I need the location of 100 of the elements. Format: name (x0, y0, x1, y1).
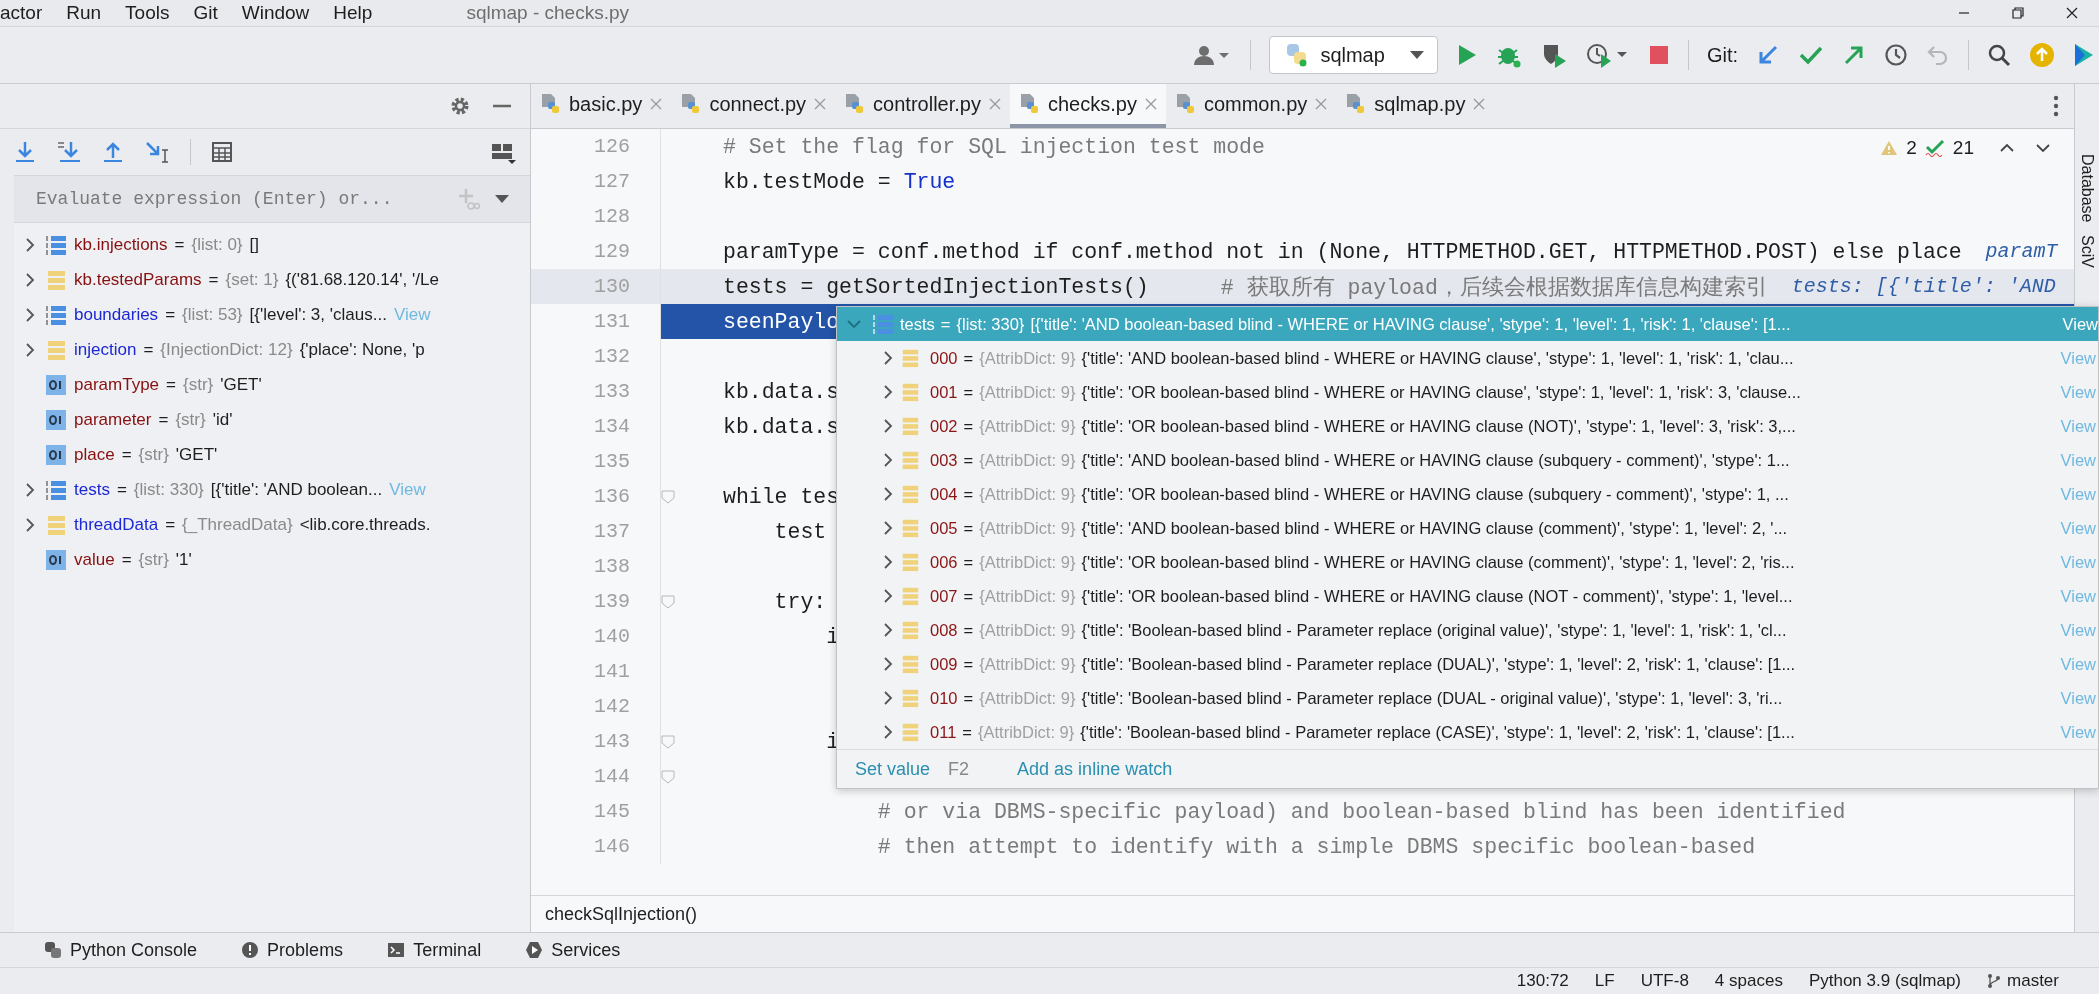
menu-item[interactable]: Window (241, 2, 310, 24)
line-number: 135 (531, 444, 661, 479)
inline-value-hint: paramT (1985, 240, 2058, 263)
numbered-list-icon (45, 233, 67, 256)
status-item[interactable]: LF (1594, 971, 1615, 991)
equals-sign: = (963, 484, 974, 504)
python-file-icon (845, 93, 866, 115)
dropdown-icon[interactable] (494, 194, 510, 204)
numbered-list-icon (45, 478, 67, 501)
tool-window-tab[interactable]: Terminal (387, 939, 482, 961)
editor-tab[interactable]: controller.py (835, 84, 1010, 128)
line-number: 130 (531, 269, 661, 304)
item-index: 010 (930, 688, 958, 708)
item-value: {'title': 'Boolean-based blind - Parameter replace (CASE)', 'stype': 1, 'level': 2, 'risk': 1, 'clause': [1... (1080, 722, 1796, 742)
side-tool-tab[interactable]: SciV (2078, 234, 2096, 268)
status-item[interactable]: 130:72 (1516, 971, 1569, 991)
menu-item[interactable]: Tools (125, 2, 170, 24)
inline-value-hint: tests: [{'title': 'AND (1791, 275, 2056, 298)
line-number: 142 (531, 689, 661, 724)
editor-tab[interactable]: connect.py (671, 84, 836, 128)
variable-name: boundaries (74, 304, 159, 325)
variable-name: value (74, 549, 115, 570)
line-number: 127 (531, 164, 661, 199)
fold-marker-icon[interactable] (661, 769, 675, 784)
variable-type: {list: 330} (133, 479, 204, 500)
stacked-bars-icon (900, 620, 920, 640)
item-value: {'title': 'Boolean-based blind - Parameter replace (DUAL - original value)', 'stype': 1, 'level': 3, 'ri... (1081, 688, 1784, 708)
calculator-icon[interactable] (211, 141, 233, 163)
clock-run-icon[interactable] (1585, 42, 1630, 68)
variable-name: paramType (74, 374, 160, 395)
status-item[interactable]: UTF-8 (1640, 971, 1689, 991)
tool-window-tab[interactable]: Services (525, 939, 621, 961)
clock-icon[interactable] (1884, 43, 1908, 67)
step-into-list-icon[interactable] (56, 140, 82, 164)
menu-item[interactable]: Git (193, 2, 218, 24)
item-index: 006 (930, 552, 958, 572)
step-out-icon[interactable] (102, 140, 124, 164)
variable-name: kb.injections (74, 234, 168, 255)
code-text: paramType = conf.method if conf.method not in (None, HTTPMETHOD.GET, HTTPMETHOD.POST) else place (723, 239, 1962, 264)
chevron-up-icon[interactable] (2000, 143, 2014, 153)
variable-name: parameter (74, 409, 152, 430)
variable-name: kb.testedParams (74, 269, 202, 290)
code-comment: # or via DBMS-specific payload) and boolean-based blind has been identified (876, 799, 1846, 824)
stacked-bars-icon (45, 513, 67, 536)
binary-square-icon (45, 548, 67, 571)
stop-icon[interactable] (1647, 44, 1670, 66)
menu-item[interactable]: actor (0, 2, 43, 24)
run-config-dropdown[interactable]: sqlmap (1269, 36, 1438, 74)
python-icon (44, 941, 62, 959)
code-text: tests = getSortedInjectionTests() (723, 274, 1149, 299)
side-tool-tab[interactable]: Database (2078, 154, 2096, 223)
tool-window-tab[interactable]: Python Console (44, 939, 198, 961)
equals-sign: = (116, 479, 127, 500)
item-type: {AttribDict: 9} (979, 416, 1076, 436)
equals-sign: = (963, 518, 974, 538)
status-item[interactable]: 4 spaces (1714, 971, 1783, 991)
tool-window-tab[interactable]: Problems (241, 939, 344, 961)
code-comment: # Set the flag for SQL injection test mode (723, 134, 1265, 159)
chevron-down-icon[interactable] (2036, 143, 2050, 153)
item-value: {'title': 'Boolean-based blind - Parameter replace (DUAL)', 'stype': 1, 'level': 2, 'risk': 1, 'clause': [1... (1081, 654, 1797, 674)
editor-tab[interactable]: basic.py (531, 84, 672, 128)
app-logo-icon[interactable] (2073, 42, 2095, 68)
equals-sign: = (963, 552, 974, 572)
equals-sign: = (963, 620, 974, 640)
status-item[interactable]: master (2007, 971, 2059, 991)
item-type: {AttribDict: 9} (979, 382, 1076, 402)
line-number: 137 (531, 514, 661, 549)
equals-sign: = (963, 654, 974, 674)
window-title: sqlmap - checks.py (466, 2, 630, 24)
fold-marker-icon[interactable] (661, 734, 675, 749)
python-file-icon (1175, 93, 1196, 115)
editor-tab[interactable]: common.py (1165, 84, 1337, 128)
menu-item[interactable]: Run (66, 2, 102, 24)
equals-sign: = (174, 234, 185, 255)
item-value: {'title': 'AND boolean-based blind - WHERE or HAVING clause (comment)', 'stype': 1, 'level': 2, '... (1081, 518, 1789, 538)
evaluate-field[interactable]: Evaluate expression (Enter) or... (14, 175, 530, 223)
equals-sign: = (963, 450, 974, 470)
run-to-cursor-icon[interactable] (144, 140, 170, 164)
settings-icon[interactable] (450, 96, 470, 116)
python-file-icon (681, 93, 702, 115)
code-text: kb.data.s (723, 414, 840, 439)
search-icon[interactable] (1987, 43, 2011, 67)
evaluate-expression-field[interactable]: Evaluate expression (Enter) or... (34, 188, 442, 210)
item-index: 011 (930, 722, 957, 742)
variable-value: [{'level': 3, 'claus... (249, 304, 387, 325)
editor-tab[interactable]: checks.py (1009, 84, 1166, 128)
more-options-icon[interactable] (2052, 95, 2060, 117)
editor-tab[interactable]: sqlmap.py (1336, 84, 1495, 128)
fold-marker-icon[interactable] (661, 594, 675, 609)
menu-item[interactable]: Help (333, 2, 373, 24)
status-item[interactable]: Python 3.9 (sqlmap) (1808, 971, 1962, 991)
stacked-bars-icon (900, 688, 920, 708)
breadcrumb[interactable]: checkSqlInjection() (545, 903, 698, 925)
fold-marker-icon[interactable] (661, 489, 675, 504)
close-icon[interactable] (2065, 6, 2079, 20)
variable-type: {str} (175, 409, 206, 430)
restore-icon[interactable] (2011, 6, 2025, 20)
variable-value: [] (249, 234, 259, 255)
check-icon (1924, 139, 1945, 157)
step-into-icon[interactable] (14, 140, 36, 164)
